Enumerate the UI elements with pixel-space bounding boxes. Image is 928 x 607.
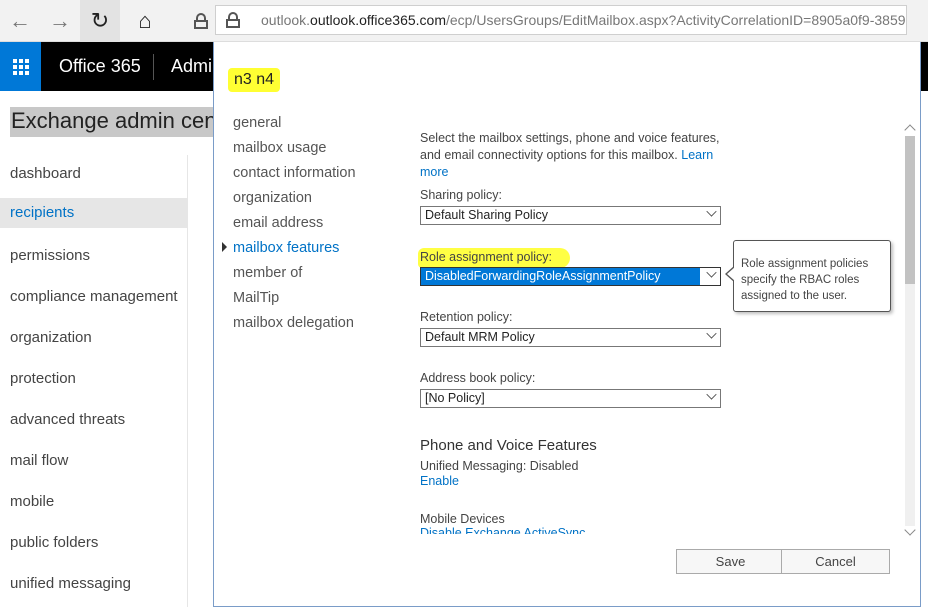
um-status: Unified Messaging: Disabled	[420, 459, 579, 473]
cancel-button[interactable]: Cancel	[781, 549, 890, 574]
tab-mailbox-usage[interactable]: mailbox usage	[233, 140, 327, 156]
phone-voice-heading: Phone and Voice Features	[420, 437, 597, 454]
tab-mailbox-features[interactable]: mailbox features	[233, 240, 339, 256]
dialog-title: n3 n4	[228, 68, 281, 92]
address-book-policy-select[interactable]: [No Policy]	[420, 389, 721, 408]
refresh-icon[interactable]: ↻	[80, 0, 120, 42]
nav-item-mail-flow[interactable]: mail flow	[10, 452, 68, 469]
address-bar[interactable]: outlook.outlook.office365.com/ecp/UsersG…	[215, 5, 907, 35]
tab-organization[interactable]: organization	[233, 190, 312, 206]
retention-policy-select[interactable]: Default MRM Policy	[420, 328, 721, 347]
forward-icon[interactable]: →	[40, 0, 80, 42]
brand-label[interactable]: Office 365	[59, 56, 141, 77]
role-assignment-policy-label: Role assignment policy:	[418, 248, 571, 268]
page-title: Exchange admin center	[10, 107, 215, 137]
sharing-policy-select[interactable]: Default Sharing Policy	[420, 206, 721, 225]
scroll-track[interactable]	[905, 136, 915, 526]
tooltip-arrow	[725, 266, 735, 282]
enable-um-link[interactable]: Enable	[420, 474, 459, 488]
url-path: /ecp/UsersGroups/EditMailbox.aspx?Activi…	[446, 12, 906, 28]
nav-item-advanced-threats[interactable]: advanced threats	[10, 411, 125, 428]
nav-item-mobile[interactable]: mobile	[10, 493, 54, 510]
edit-mailbox-dialog: n3 n4 general mailbox usage contact info…	[213, 42, 921, 607]
left-nav: dashboard recipients permissions complia…	[0, 155, 188, 607]
tab-contact-information[interactable]: contact information	[233, 165, 356, 181]
disable-activesync-link[interactable]: Disable Exchange ActiveSync	[420, 526, 585, 534]
waffle-icon[interactable]	[0, 42, 41, 91]
role-policy-tooltip: Role assignment policies specify the RBA…	[725, 240, 891, 312]
tab-general[interactable]: general	[233, 115, 281, 131]
tab-member-of[interactable]: member of	[233, 265, 302, 281]
sharing-policy-label: Sharing policy:	[420, 188, 502, 202]
active-tab-arrow-icon	[222, 242, 227, 252]
activesync-clip: Disable Exchange ActiveSync	[420, 512, 720, 534]
chevron-down-icon	[706, 390, 717, 400]
address-book-policy-label: Address book policy:	[420, 371, 536, 385]
panel-description: Select the mailbox settings, phone and v…	[420, 131, 720, 179]
lock-icon	[194, 13, 208, 33]
nav-item-dashboard[interactable]: dashboard	[10, 165, 81, 182]
url-text: outlook.outlook.office365.com/ecp/UsersG…	[261, 12, 906, 28]
url-host: outlook.office365.com	[310, 12, 446, 28]
nav-item-protection[interactable]: protection	[10, 370, 76, 387]
retention-policy-label: Retention policy:	[420, 310, 513, 324]
role-assignment-policy-select[interactable]: DisabledForwardingRoleAssignmentPolicy	[420, 267, 721, 286]
chevron-down-icon	[706, 207, 717, 217]
nav-item-permissions[interactable]: permissions	[10, 247, 90, 264]
back-icon[interactable]: ←	[0, 0, 40, 42]
nav-item-compliance-management[interactable]: compliance management	[10, 288, 178, 305]
nav-item-recipients[interactable]: recipients	[0, 198, 188, 228]
panel-scrollbar[interactable]	[903, 120, 917, 538]
nav-item-public-folders[interactable]: public folders	[10, 534, 98, 551]
home-icon[interactable]: ⌂	[125, 0, 165, 42]
scroll-up-icon[interactable]	[904, 124, 916, 136]
lock-icon	[226, 12, 240, 28]
save-button[interactable]: Save	[676, 549, 785, 574]
address-bar-area: outlook.outlook.office365.com/ecp/UsersG…	[188, 0, 928, 42]
chevron-down-icon	[706, 329, 717, 339]
tab-email-address[interactable]: email address	[233, 215, 323, 231]
nav-item-organization[interactable]: organization	[10, 329, 92, 346]
scroll-thumb[interactable]	[905, 136, 915, 284]
tab-mailtip[interactable]: MailTip	[233, 290, 279, 306]
suite-divider	[153, 54, 154, 80]
tooltip-text: Role assignment policies specify the RBA…	[741, 258, 869, 302]
scroll-down-icon[interactable]	[904, 524, 916, 536]
nav-item-unified-messaging[interactable]: unified messaging	[10, 575, 131, 592]
tab-mailbox-delegation[interactable]: mailbox delegation	[233, 315, 354, 331]
